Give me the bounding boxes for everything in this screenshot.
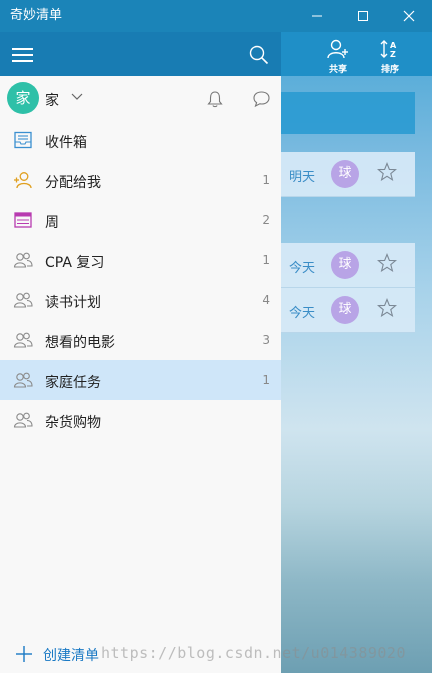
shared-list-icon [13, 332, 33, 348]
sidebar-header [0, 32, 281, 76]
minimize-button[interactable] [294, 0, 340, 32]
add-task-bar[interactable] [281, 92, 415, 134]
account-name[interactable]: 家 [45, 90, 59, 110]
svg-text:A: A [390, 41, 397, 50]
maximize-button[interactable] [340, 0, 386, 32]
task-due-date: 明天 [289, 170, 316, 185]
assignee-avatar: 球 [331, 251, 359, 279]
svg-text:Z: Z [390, 50, 396, 59]
sidebar-item-label: 分配给我 [45, 175, 101, 191]
search-icon[interactable] [248, 44, 270, 66]
star-icon[interactable] [377, 298, 397, 318]
sidebar-item-label: 杂货购物 [45, 415, 101, 431]
wunderlist-window: 奇妙清单 共享 A Z 排序 明天 球 今天 球 今天 球 家 家 收件箱 分配… [0, 0, 432, 673]
sidebar-item-assigned-to-me[interactable]: 分配给我 1 [0, 160, 281, 200]
task-due-date: 今天 [289, 306, 316, 321]
close-icon [403, 10, 415, 22]
create-list-label: 创建清单 [43, 648, 99, 664]
task-due-date: 今天 [289, 261, 316, 276]
task-row[interactable]: 明天 球 [281, 152, 415, 197]
list-toolbar: 共享 A Z 排序 [281, 32, 432, 76]
share-button[interactable]: 共享 [318, 36, 358, 75]
sidebar-item-count: 1 [262, 173, 270, 187]
close-button[interactable] [386, 0, 432, 32]
chevron-down-icon[interactable] [71, 92, 83, 102]
watermark: https://blog.csdn.net/u014389020 [101, 644, 406, 662]
star-icon[interactable] [377, 253, 397, 273]
sidebar-item-label: 周 [45, 215, 59, 231]
sidebar: 家 家 收件箱 分配给我 1 周 2 CPA 复习 1 读书计划 4 想看的电影… [0, 76, 281, 673]
task-row[interactable]: 今天 球 [281, 243, 415, 288]
sidebar-item-label: 家庭任务 [45, 375, 101, 391]
shared-list-icon [13, 252, 33, 268]
sort-button[interactable]: A Z 排序 [370, 36, 410, 75]
inbox-icon [14, 131, 32, 149]
sidebar-item-count: 4 [262, 293, 270, 307]
sidebar-item-grocery[interactable]: 杂货购物 [0, 400, 281, 440]
sidebar-item-count: 2 [262, 213, 270, 227]
share-label: 共享 [328, 65, 347, 75]
sidebar-item-label: CPA 复习 [45, 255, 105, 271]
title-bar: 奇妙清单 [0, 0, 432, 32]
assigned-user-icon [14, 172, 32, 189]
sidebar-item-movies[interactable]: 想看的电影 3 [0, 320, 281, 360]
sidebar-item-family-tasks[interactable]: 家庭任务 1 [0, 360, 281, 400]
account-row[interactable]: 家 家 [0, 76, 281, 122]
minimize-icon [312, 15, 322, 17]
sidebar-item-week[interactable]: 周 2 [0, 200, 281, 240]
sidebar-item-count: 1 [262, 373, 270, 387]
window-title: 奇妙清单 [10, 8, 63, 23]
calendar-week-icon [14, 212, 32, 228]
assignee-avatar: 球 [331, 296, 359, 324]
sidebar-item-label: 读书计划 [45, 295, 101, 311]
bell-icon[interactable] [206, 90, 224, 108]
sidebar-item-reading-plan[interactable]: 读书计划 4 [0, 280, 281, 320]
maximize-icon [358, 11, 368, 21]
share-user-icon [327, 39, 348, 59]
sidebar-item-count: 3 [262, 333, 270, 347]
assignee-avatar: 球 [331, 160, 359, 188]
hamburger-menu-icon[interactable] [12, 46, 34, 62]
sidebar-item-inbox[interactable]: 收件箱 [0, 120, 281, 160]
sidebar-item-count: 1 [262, 253, 270, 267]
plus-icon [16, 646, 32, 662]
avatar[interactable]: 家 [7, 82, 39, 114]
sidebar-item-label: 想看的电影 [45, 335, 115, 351]
sidebar-item-cpa-review[interactable]: CPA 复习 1 [0, 240, 281, 280]
shared-list-icon [13, 292, 33, 308]
sort-az-icon: A Z [380, 40, 397, 59]
chat-bubble-icon[interactable] [252, 90, 271, 108]
star-icon[interactable] [377, 162, 397, 182]
sidebar-item-label: 收件箱 [45, 135, 87, 151]
shared-list-icon [13, 412, 33, 428]
shared-list-icon [13, 372, 33, 388]
task-row[interactable]: 今天 球 [281, 288, 415, 333]
sort-label: 排序 [380, 65, 399, 75]
